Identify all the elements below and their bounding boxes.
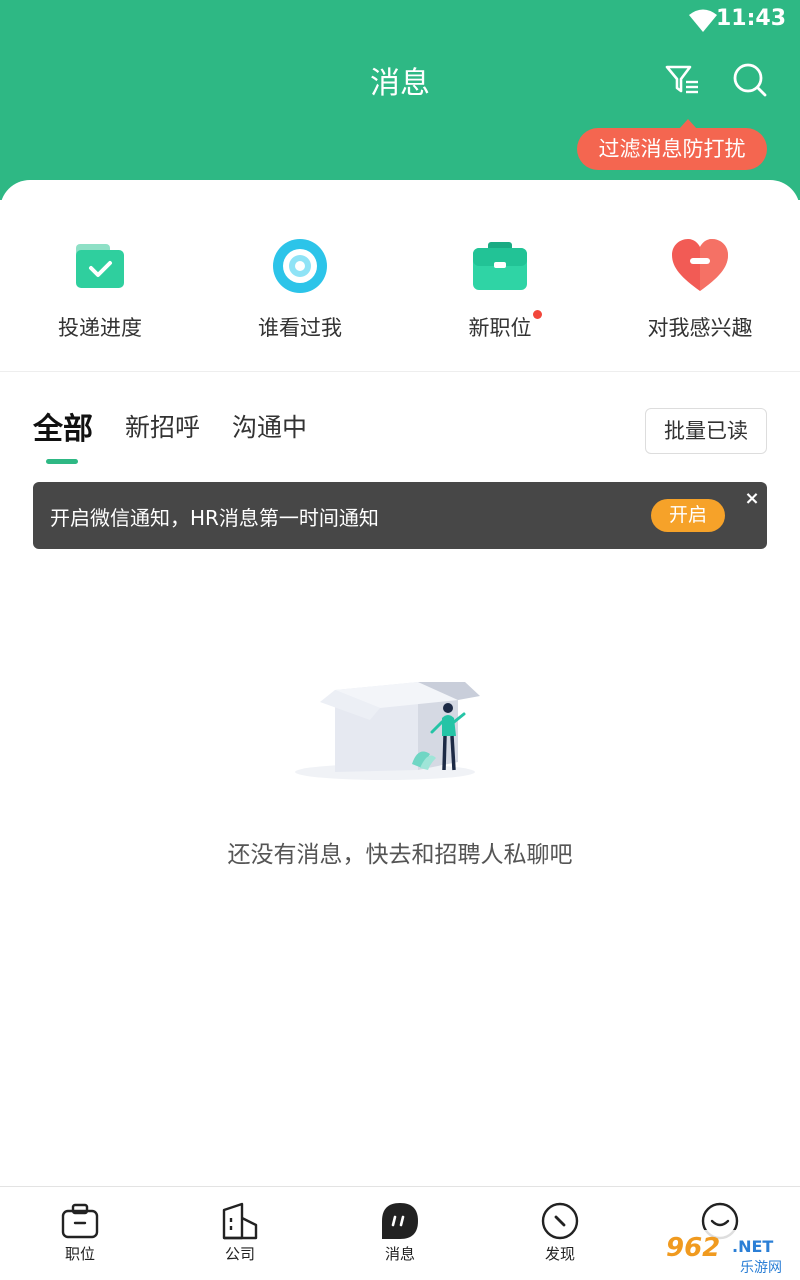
svg-text:962: 962 [666, 1233, 720, 1263]
open-notification-button[interactable]: 开启 [651, 499, 725, 532]
empty-box-illustration [295, 682, 480, 780]
filter-icon[interactable] [662, 60, 702, 100]
watermark-logo: 962 .NET 乐游网 [660, 1230, 800, 1278]
nav-item-messages[interactable]: 消息 [320, 1187, 480, 1280]
close-icon[interactable]: × [741, 488, 763, 510]
nav-item-jobs[interactable]: 职位 [0, 1187, 160, 1280]
nav-label: 发现 [544, 1245, 575, 1263]
nav-item-companies[interactable]: 公司 [160, 1187, 320, 1280]
message-icon [382, 1203, 418, 1239]
new-jobs-badge [533, 310, 542, 319]
main-content: 投递进度 谁看过我 新职位 对我感兴趣 全部 新招呼 沟通中 批量已读 开启微信… [0, 180, 800, 1186]
quick-entry-label: 新职位 [468, 316, 532, 340]
quick-entry-who-viewed-me[interactable]: 谁看过我 [200, 236, 400, 346]
nav-label: 职位 [64, 1245, 95, 1263]
tab-in-communication[interactable]: 沟通中 [232, 408, 307, 444]
status-bar: 11:43 [0, 0, 800, 44]
filter-tooltip[interactable]: 过滤消息防打扰 [577, 119, 767, 170]
batch-read-button[interactable]: 批量已读 [645, 408, 767, 454]
wechat-notice-banner: 开启微信通知，HR消息第一时间通知 开启 × [33, 482, 767, 549]
tab-new-greetings[interactable]: 新招呼 [125, 408, 200, 444]
quick-entry-bar: 投递进度 谁看过我 新职位 对我感兴趣 [0, 180, 800, 372]
folder-check-icon [76, 244, 124, 288]
tab-all[interactable]: 全部 [33, 404, 93, 448]
quick-entry-label: 对我感兴趣 [647, 316, 753, 340]
eye-ring-icon [273, 239, 327, 293]
nav-label: 公司 [224, 1245, 255, 1263]
quick-entry-label: 谁看过我 [258, 316, 342, 340]
status-time: 11:43 [715, 6, 786, 31]
quick-entry-label: 投递进度 [58, 316, 142, 340]
svg-text:.NET: .NET [732, 1237, 773, 1256]
heart-icon [672, 239, 728, 291]
empty-state-text: 还没有消息，快去和招聘人私聊吧 [227, 842, 573, 868]
wifi-icon [689, 9, 717, 32]
nav-label: 消息 [384, 1245, 415, 1263]
quick-entry-new-jobs[interactable]: 新职位 [400, 236, 600, 346]
quick-entry-interested-in-me[interactable]: 对我感兴趣 [600, 236, 800, 346]
search-icon[interactable] [730, 60, 770, 100]
header: 11:43 消息 过滤消息防打扰 [0, 0, 800, 200]
svg-text:乐游网: 乐游网 [740, 1260, 782, 1276]
briefcase-icon [473, 242, 527, 290]
quick-entry-delivery-progress[interactable]: 投递进度 [0, 236, 200, 346]
active-tab-indicator [46, 459, 78, 464]
nav-item-discover[interactable]: 发现 [480, 1187, 640, 1280]
building-icon [222, 1202, 258, 1240]
banner-text: 开启微信通知，HR消息第一时间通知 [50, 506, 379, 530]
message-tabs: 全部 新招呼 沟通中 批量已读 [0, 408, 800, 468]
compass-icon [541, 1202, 579, 1240]
briefcase-outline-icon [61, 1203, 99, 1239]
